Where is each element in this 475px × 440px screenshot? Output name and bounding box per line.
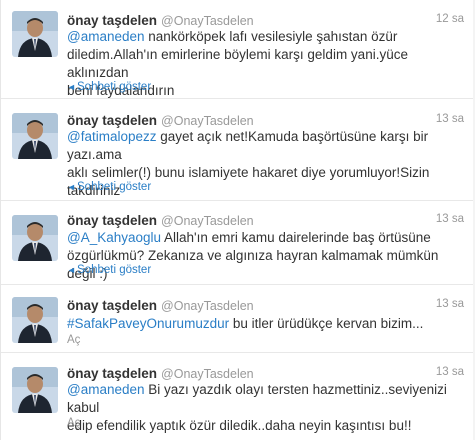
conversation-icon: ◄ [67,182,76,192]
timestamp[interactable]: 13 sa [436,366,464,378]
timestamp[interactable]: 12 sa [436,13,464,25]
tweet-header: önay taşdelen @OnayTasdelen [67,297,254,315]
show-conversation-link[interactable]: ◄Sohbeti göster [67,81,151,93]
author-handle[interactable]: @OnayTasdelen [161,214,254,228]
author-name[interactable]: önay taşdelen [67,366,157,381]
tweet-item[interactable]: önay taşdelen @OnayTasdelen 13 sa @amaned… [1,353,475,440]
mention-link[interactable]: @A_Kahyaoglu [67,230,161,245]
tweet-item[interactable]: önay taşdelen @OnayTasdelen 13 sa #SafakP… [1,285,475,353]
mention-link[interactable]: @amaneden [67,29,145,44]
show-conversation-link[interactable]: ◄Sohbeti göster [67,264,151,276]
author-name[interactable]: önay taşdelen [67,213,157,228]
action-label: Sohbeti göster [77,81,152,93]
avatar[interactable] [12,113,58,159]
tweet-text-line: aklı selimler(!) bunu islamiyete hakaret… [67,165,430,180]
tweet-stream: önay taşdelen @OnayTasdelen 12 sa @amaned… [0,0,475,440]
hashtag-link[interactable]: #SafakPaveyOnurumuzdur [67,316,229,331]
timestamp[interactable]: 13 sa [436,113,464,125]
tweet-item[interactable]: önay taşdelen @OnayTasdelen 12 sa @amaned… [1,0,475,99]
tweet-text-line: diledim.Allah'ın emirlerine böylemi karş… [67,47,408,80]
tweet-text: #SafakPaveyOnurumuzdur bu itler ürüdükçe… [67,315,465,333]
avatar[interactable] [12,297,58,343]
avatar[interactable] [12,11,58,57]
timestamp[interactable]: 13 sa [436,213,464,225]
author-handle[interactable]: @OnayTasdelen [161,367,254,381]
timestamp[interactable]: 13 sa [436,298,464,310]
conversation-icon: ◄ [67,82,76,92]
tweet-text: @amaneden Bi yazı yazdık olayı tersten h… [67,381,465,435]
show-conversation-link[interactable]: ◄Sohbeti göster [67,181,151,193]
author-name[interactable]: önay taşdelen [67,298,157,313]
expand-link[interactable]: Aç [67,334,80,346]
author-name[interactable]: önay taşdelen [67,13,157,28]
tweet-header: önay taşdelen @OnayTasdelen [67,212,254,230]
tweet-text-line: bu itler ürüdükçe kervan bizim... [229,316,424,331]
action-label: Sohbeti göster [77,264,152,276]
author-handle[interactable]: @OnayTasdelen [161,14,254,28]
action-label: Sohbeti göster [77,181,152,193]
tweet-text-line: Allah'ın emri kamu dairelerinde baş örtü… [161,230,431,245]
mention-link[interactable]: @fatimalopezz [67,129,157,144]
avatar[interactable] [12,215,58,261]
tweet-text-line: nankörköpek lafı vesilesiyle şahıstan öz… [144,29,398,44]
avatar[interactable] [12,367,58,413]
author-name[interactable]: önay taşdelen [67,113,157,128]
tweet-text-line: edip efendilik yaptık özür diledik..daha… [67,418,412,433]
author-handle[interactable]: @OnayTasdelen [161,114,254,128]
tweet-item[interactable]: önay taşdelen @OnayTasdelen 13 sa @fatima… [1,99,475,201]
tweet-item[interactable]: önay taşdelen @OnayTasdelen 13 sa @A_Kahy… [1,201,475,285]
author-handle[interactable]: @OnayTasdelen [161,299,254,313]
mention-link[interactable]: @amaneden [67,382,145,397]
expand-link[interactable]: Aç [67,417,80,429]
conversation-icon: ◄ [67,265,76,275]
